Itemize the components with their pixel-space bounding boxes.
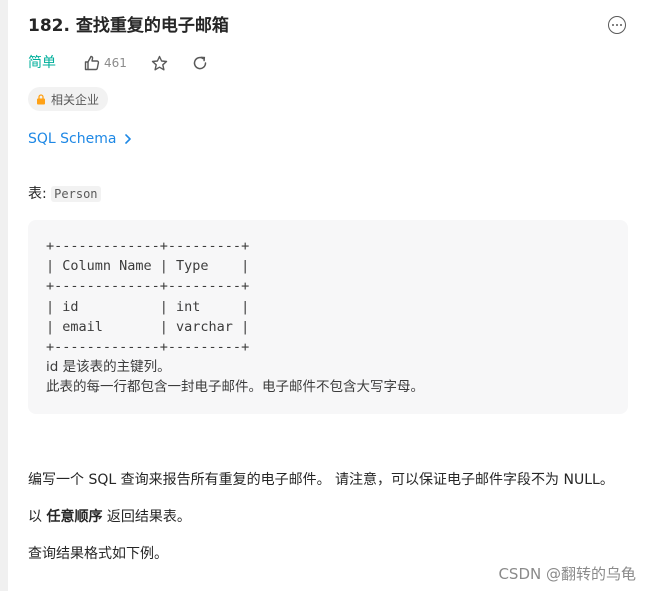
problem-title: 182. 查找重复的电子邮箱 [28, 16, 229, 36]
table-intro: 表: Person [28, 183, 101, 205]
order-suffix: 返回结果表。 [102, 509, 191, 525]
lock-icon [36, 93, 46, 105]
sql-schema-link[interactable]: SQL Schema [28, 129, 132, 149]
related-companies-tag[interactable]: 相关企业 [28, 87, 109, 111]
schema-code-block: +-------------+---------+ | Column Name … [28, 220, 628, 414]
refresh-icon [193, 56, 207, 70]
star-icon [151, 55, 168, 70]
like-button[interactable]: 461 [84, 55, 127, 71]
description-paragraph-format: 查询结果格式如下例。 [28, 546, 168, 562]
difficulty-label: 简单 [28, 55, 56, 71]
more-dots-icon [616, 24, 618, 26]
left-edge-strip [0, 0, 8, 591]
description-paragraph-order: 以 任意顺序 返回结果表。 [28, 506, 191, 528]
table-label-text: 表: [28, 186, 52, 202]
company-tag-label: 相关企业 [51, 92, 100, 107]
table-name-code: Person [51, 186, 101, 202]
schema-table-text: +-------------+---------+ | Column Name … [46, 238, 250, 356]
schema-note-row-description: 此表的每一行都包含一封电子邮件。电子邮件不包含大写字母。 [46, 379, 424, 395]
order-emphasis: 任意顺序 [46, 509, 103, 525]
favorite-button[interactable] [151, 55, 168, 72]
schema-note-primary-key: id 是该表的主键列。 [46, 359, 171, 375]
description-paragraph-task: 编写一个 SQL 查询来报告所有重复的电子邮件。 请注意，可以保证电子邮件字段不… [28, 472, 614, 488]
more-dots-icon [620, 24, 622, 26]
company-tag-row: 相关企业 [28, 87, 109, 111]
sql-schema-label: SQL Schema [28, 131, 117, 147]
chevron-right-icon [125, 134, 132, 144]
more-dots-icon [612, 24, 614, 26]
like-count: 461 [104, 56, 127, 70]
more-options-button[interactable] [608, 16, 626, 34]
thumbs-up-icon [84, 55, 100, 71]
order-prefix: 以 [28, 509, 47, 525]
csdn-watermark: CSDN @翻转的乌龟 [498, 565, 636, 583]
share-button[interactable] [192, 55, 208, 71]
problem-meta-row: 简单 461 [28, 52, 208, 74]
title-row: 182. 查找重复的电子邮箱 [28, 12, 628, 40]
